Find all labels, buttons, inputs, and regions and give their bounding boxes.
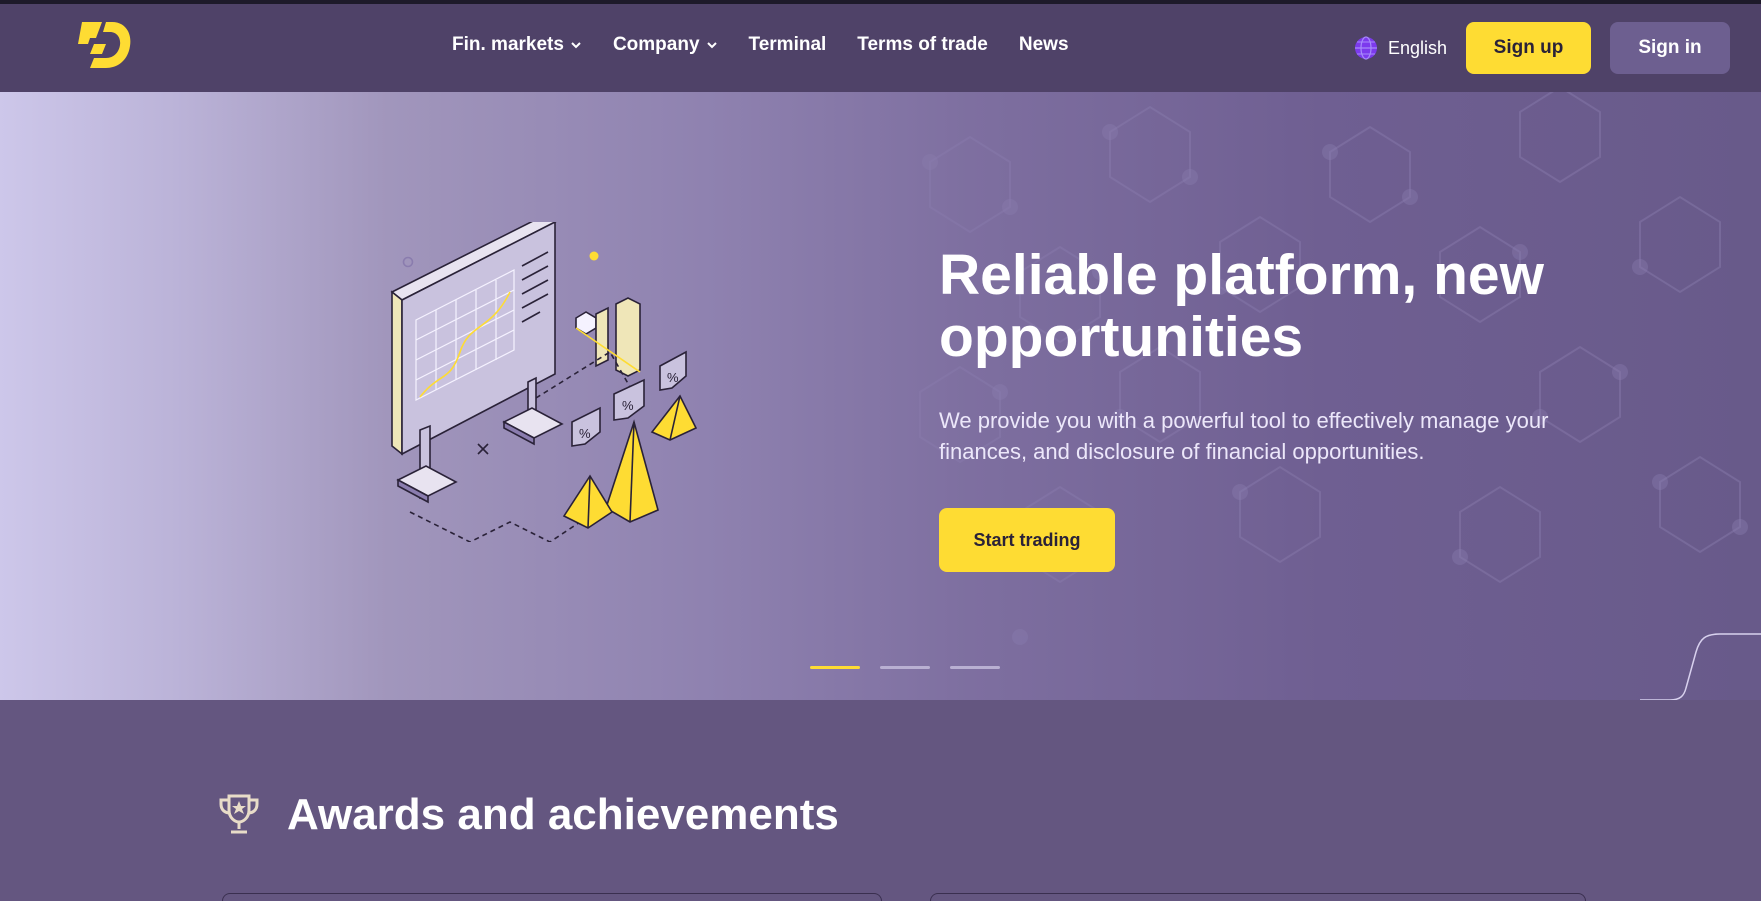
hero-subtitle: We provide you with a powerful tool to e… <box>939 408 1549 464</box>
carousel-dot-3[interactable] <box>950 666 1000 669</box>
chevron-down-icon <box>706 42 717 49</box>
globe-icon <box>1355 36 1377 60</box>
main-nav: Fin. markets Company Terminal Terms of t… <box>452 34 1069 56</box>
site-header: Fin. markets Company Terminal Terms of t… <box>0 4 1761 92</box>
chevron-down-icon <box>571 42 581 49</box>
nav-company[interactable]: Company <box>613 34 718 56</box>
nav-news[interactable]: News <box>1019 34 1069 56</box>
hero-title: Reliable platform, new opportunities <box>939 243 1544 369</box>
start-trading-button[interactable]: Start trading <box>939 508 1115 572</box>
svg-text:%: % <box>667 370 679 385</box>
nav-terms-of-trade-label: Terms of trade <box>857 34 988 55</box>
award-card[interactable] <box>222 893 882 901</box>
nav-company-label: Company <box>612 34 700 55</box>
language-selector[interactable]: English <box>1354 36 1447 60</box>
carousel-dot-2[interactable] <box>880 666 930 669</box>
language-label: English <box>1388 37 1448 58</box>
carousel-indicators <box>810 666 1000 669</box>
nav-terms-of-trade[interactable]: Terms of trade <box>857 34 988 56</box>
hexagon-pattern-background <box>919 92 1748 645</box>
hero-divider-curve <box>1640 633 1761 700</box>
sign-in-button[interactable]: Sign in <box>1610 22 1730 74</box>
awards-title: Awards and achievements <box>287 790 839 839</box>
svg-text:%: % <box>579 426 591 441</box>
sign-up-button[interactable]: Sign up <box>1466 22 1591 74</box>
trading-board-illustration: %%% <box>390 222 698 542</box>
trophy-icon <box>219 794 259 834</box>
awards-section: Awards and achievements <box>0 700 1761 901</box>
carousel-dot-1[interactable] <box>810 666 860 669</box>
nav-terminal[interactable]: Terminal <box>749 34 827 56</box>
logo-icon[interactable] <box>76 18 132 72</box>
award-card[interactable] <box>930 893 1586 901</box>
nav-terminal-label: Terminal <box>748 34 827 55</box>
hero-section: %%% Reliable platform, new opportunities… <box>0 92 1761 700</box>
nav-fin-markets-label: Fin. markets <box>452 34 564 55</box>
nav-news-label: News <box>1018 34 1069 55</box>
nav-fin-markets[interactable]: Fin. markets <box>452 34 582 56</box>
svg-text:%: % <box>622 398 634 413</box>
